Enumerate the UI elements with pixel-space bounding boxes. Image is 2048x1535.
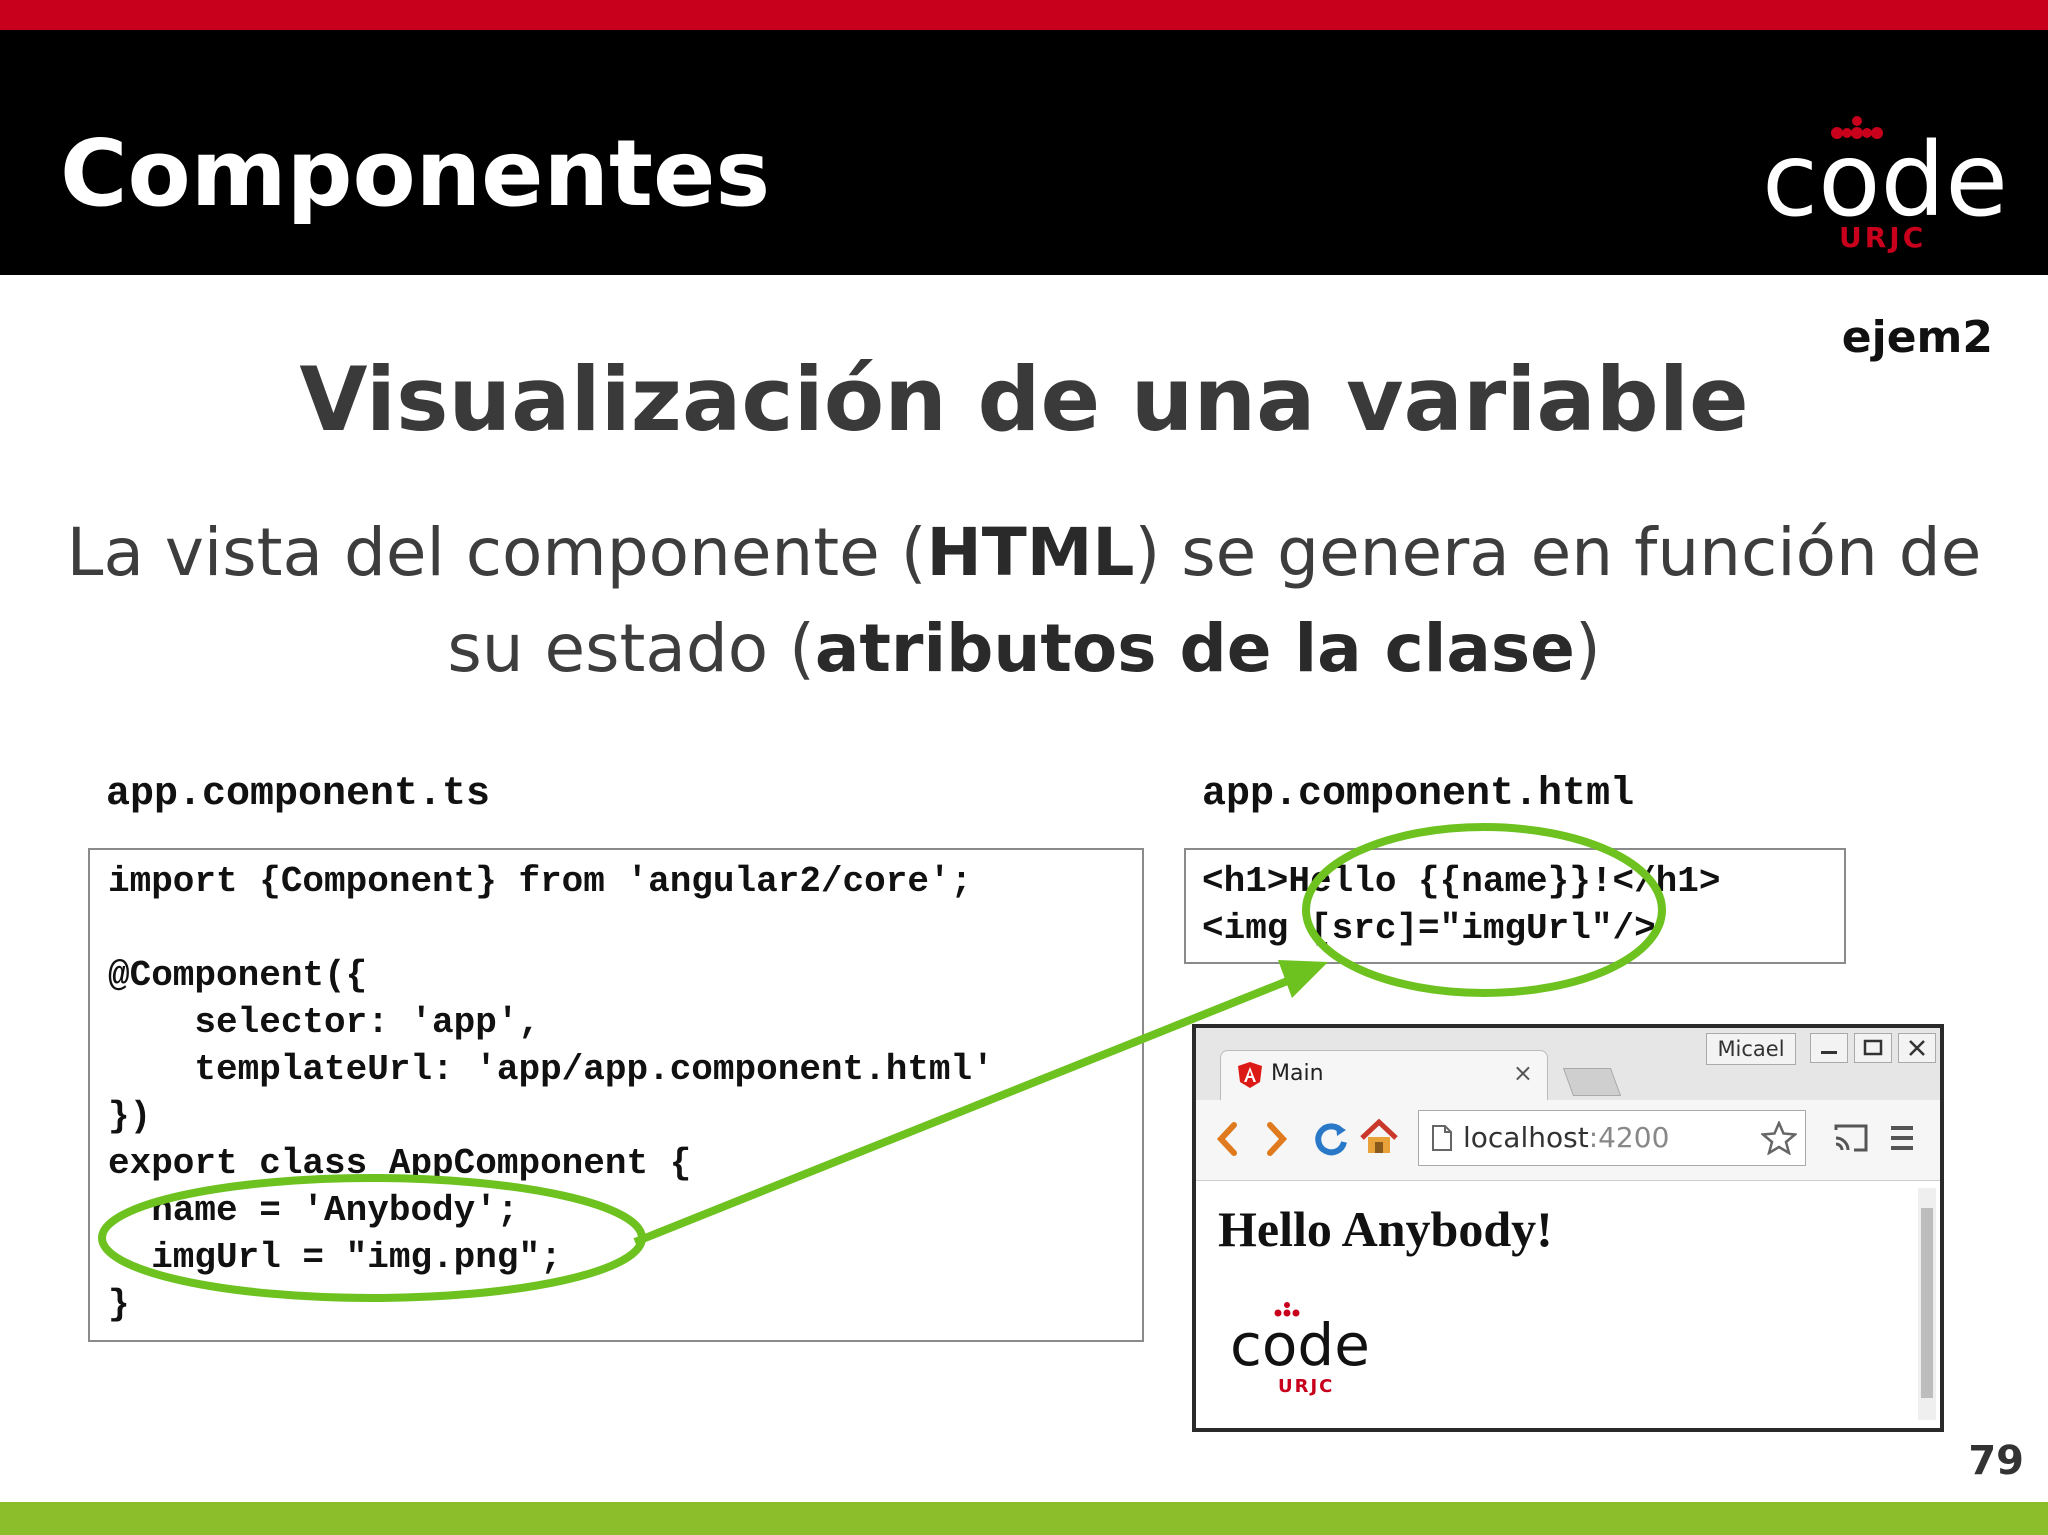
slide-title: Visualización de una variable	[299, 348, 1749, 451]
reload-icon[interactable]	[1312, 1120, 1350, 1158]
close-icon	[1909, 1040, 1925, 1056]
user-profile-button[interactable]: Micael	[1706, 1033, 1796, 1065]
top-red-stripe	[0, 0, 2048, 30]
lead-bold-attributes: atributos de la clase	[814, 610, 1575, 687]
maximize-icon	[1863, 1039, 1883, 1056]
logo-sub: URJC	[1839, 221, 1927, 254]
scroll-thumb[interactable]	[1921, 1208, 1933, 1398]
cast-icon[interactable]	[1832, 1122, 1870, 1156]
code-line: templateUrl: 'app/app.component.html'	[108, 1049, 994, 1090]
ts-code-box: import {Component} from 'angular2/core';…	[88, 848, 1144, 1342]
home-icon[interactable]	[1358, 1116, 1400, 1158]
code-line: <img [src]="imgUrl"/>	[1202, 908, 1656, 949]
mini-logo-sub: URJC	[1278, 1376, 1335, 1397]
html-file-label: app.component.html	[1202, 772, 1635, 817]
mini-logo-word: code	[1230, 1311, 1370, 1379]
code-line: }	[108, 1284, 130, 1325]
menu-icon[interactable]	[1888, 1122, 1918, 1154]
code-line: export class AppComponent {	[108, 1143, 692, 1184]
rendered-heading: Hello Anybody!	[1218, 1201, 1553, 1257]
header-title: Componentes	[60, 120, 771, 227]
bookmark-star-icon[interactable]	[1761, 1121, 1797, 1155]
tab-close-icon[interactable]: ×	[1513, 1059, 1533, 1087]
lead-part3: )	[1574, 610, 1601, 687]
address-bar[interactable]: localhost:4200	[1418, 1110, 1806, 1166]
code-urjc-logo: code URJC	[1762, 115, 2008, 265]
code-line: @Component({	[108, 955, 368, 996]
close-window-button[interactable]	[1898, 1033, 1936, 1063]
page-icon	[1432, 1125, 1452, 1151]
html-code-box: <h1>Hello {{name}}!</h1> <img [src]="imgU…	[1184, 848, 1846, 964]
code-line: selector: 'app',	[108, 1002, 541, 1043]
rendered-image-logo: code URJC	[1230, 1302, 1390, 1410]
browser-window: Micael Main × localhost:4200 Hello Anybo…	[1192, 1024, 1944, 1432]
lead-text: La vista del componente (HTML) se genera…	[60, 505, 1988, 697]
tab-title: Main	[1271, 1061, 1324, 1086]
code-line: name = 'Anybody';	[108, 1190, 519, 1231]
url-text: localhost:4200	[1463, 1121, 1669, 1154]
code-line: })	[108, 1096, 152, 1137]
minimize-icon	[1821, 1051, 1837, 1054]
ts-code: import {Component} from 'angular2/core';…	[90, 850, 1142, 1328]
forward-icon[interactable]	[1262, 1120, 1292, 1158]
lead-part1: La vista del componente (	[66, 514, 927, 591]
code-line: imgUrl = "img.png";	[108, 1237, 562, 1278]
browser-titlebar: Micael Main ×	[1196, 1028, 1940, 1100]
ts-file-label: app.component.ts	[106, 772, 491, 817]
minimize-button[interactable]	[1810, 1033, 1848, 1063]
new-tab-button[interactable]	[1562, 1068, 1622, 1096]
html-code: <h1>Hello {{name}}!</h1> <img [src]="imgU…	[1186, 850, 1844, 952]
back-icon[interactable]	[1212, 1120, 1242, 1158]
url-host: localhost	[1463, 1121, 1589, 1154]
lead-bold-html: HTML	[926, 514, 1135, 591]
angular-icon	[1238, 1062, 1262, 1088]
page-number: 79	[1968, 1438, 2024, 1484]
vertical-scrollbar[interactable]	[1918, 1188, 1936, 1420]
header-bar: Componentes code URJC	[0, 30, 2048, 275]
browser-toolbar: localhost:4200	[1196, 1100, 1940, 1181]
bottom-green-stripe	[0, 1502, 2048, 1535]
browser-tab[interactable]: Main ×	[1220, 1050, 1548, 1100]
maximize-button[interactable]	[1854, 1033, 1892, 1063]
binding-arrow-head	[1278, 960, 1328, 998]
code-line: import {Component} from 'angular2/core';	[108, 861, 973, 902]
url-port: :4200	[1588, 1121, 1670, 1154]
code-line: <h1>Hello {{name}}!</h1>	[1202, 861, 1721, 902]
